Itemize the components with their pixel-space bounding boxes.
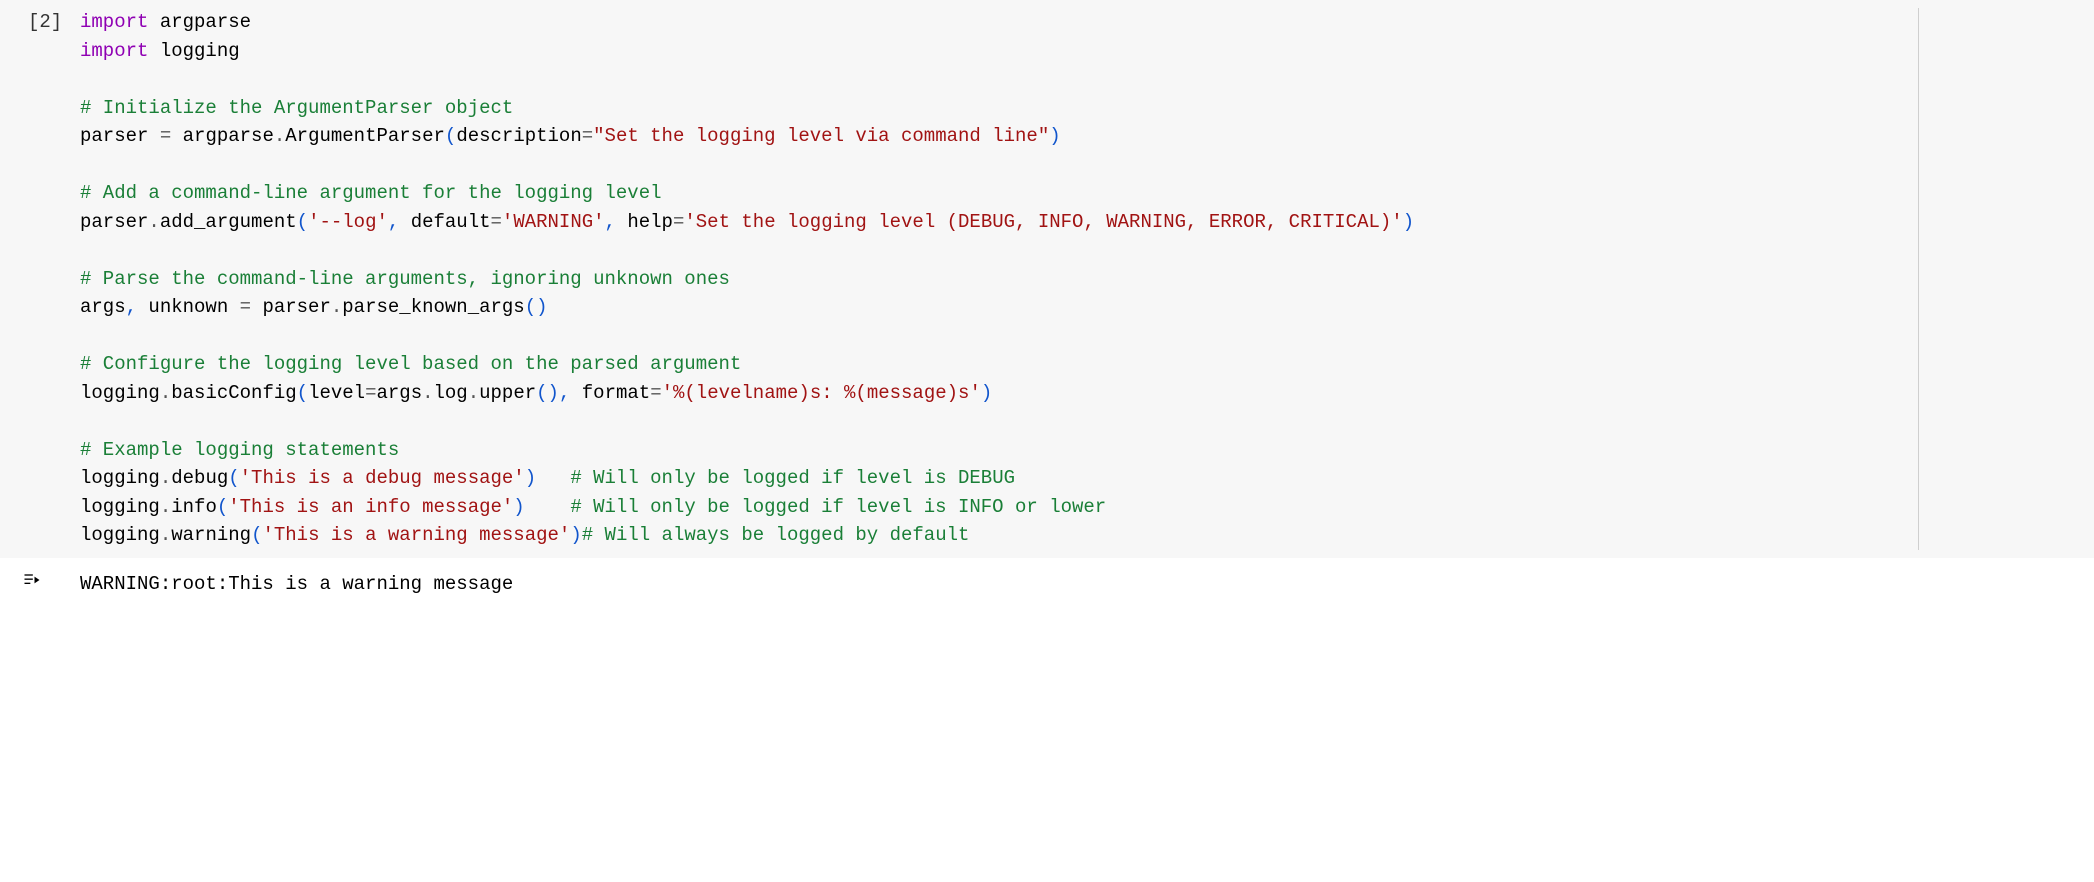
code-line: # Add a command-line argument for the lo… [80,182,662,204]
code-line: args, unknown = parser.parse_known_args(… [80,296,548,318]
code-editor[interactable]: import argparse import logging # Initial… [80,8,2094,550]
code-line: # Parse the command-line arguments, igno… [80,268,730,290]
output-gutter [0,570,80,590]
output-text: WARNING:root:This is a warning message [80,570,2094,599]
code-line: logging.debug('This is a debug message')… [80,467,1015,489]
code-line: logging.basicConfig(level=args.log.upper… [80,382,992,404]
code-line: import argparse [80,11,251,33]
output-cell: WARNING:root:This is a warning message [0,558,2094,607]
execution-count: [2] [0,8,80,37]
code-cell: [2] import argparse import logging # Ini… [0,0,2094,558]
code-line: logging.info('This is an info message') … [80,496,1106,518]
code-line: logging.warning('This is a warning messa… [80,524,969,546]
code-line: # Initialize the ArgumentParser object [80,97,513,119]
code-line: parser.add_argument('--log', default='WA… [80,211,1414,233]
execution-count-label: [2] [28,11,62,33]
output-stream-icon[interactable] [22,570,80,590]
code-line: import logging [80,40,240,62]
code-line: # Example logging statements [80,439,399,461]
code-line: parser = argparse.ArgumentParser(descrip… [80,125,1061,147]
code-line: # Configure the logging level based on t… [80,353,741,375]
output-text-content: WARNING:root:This is a warning message [80,573,513,595]
